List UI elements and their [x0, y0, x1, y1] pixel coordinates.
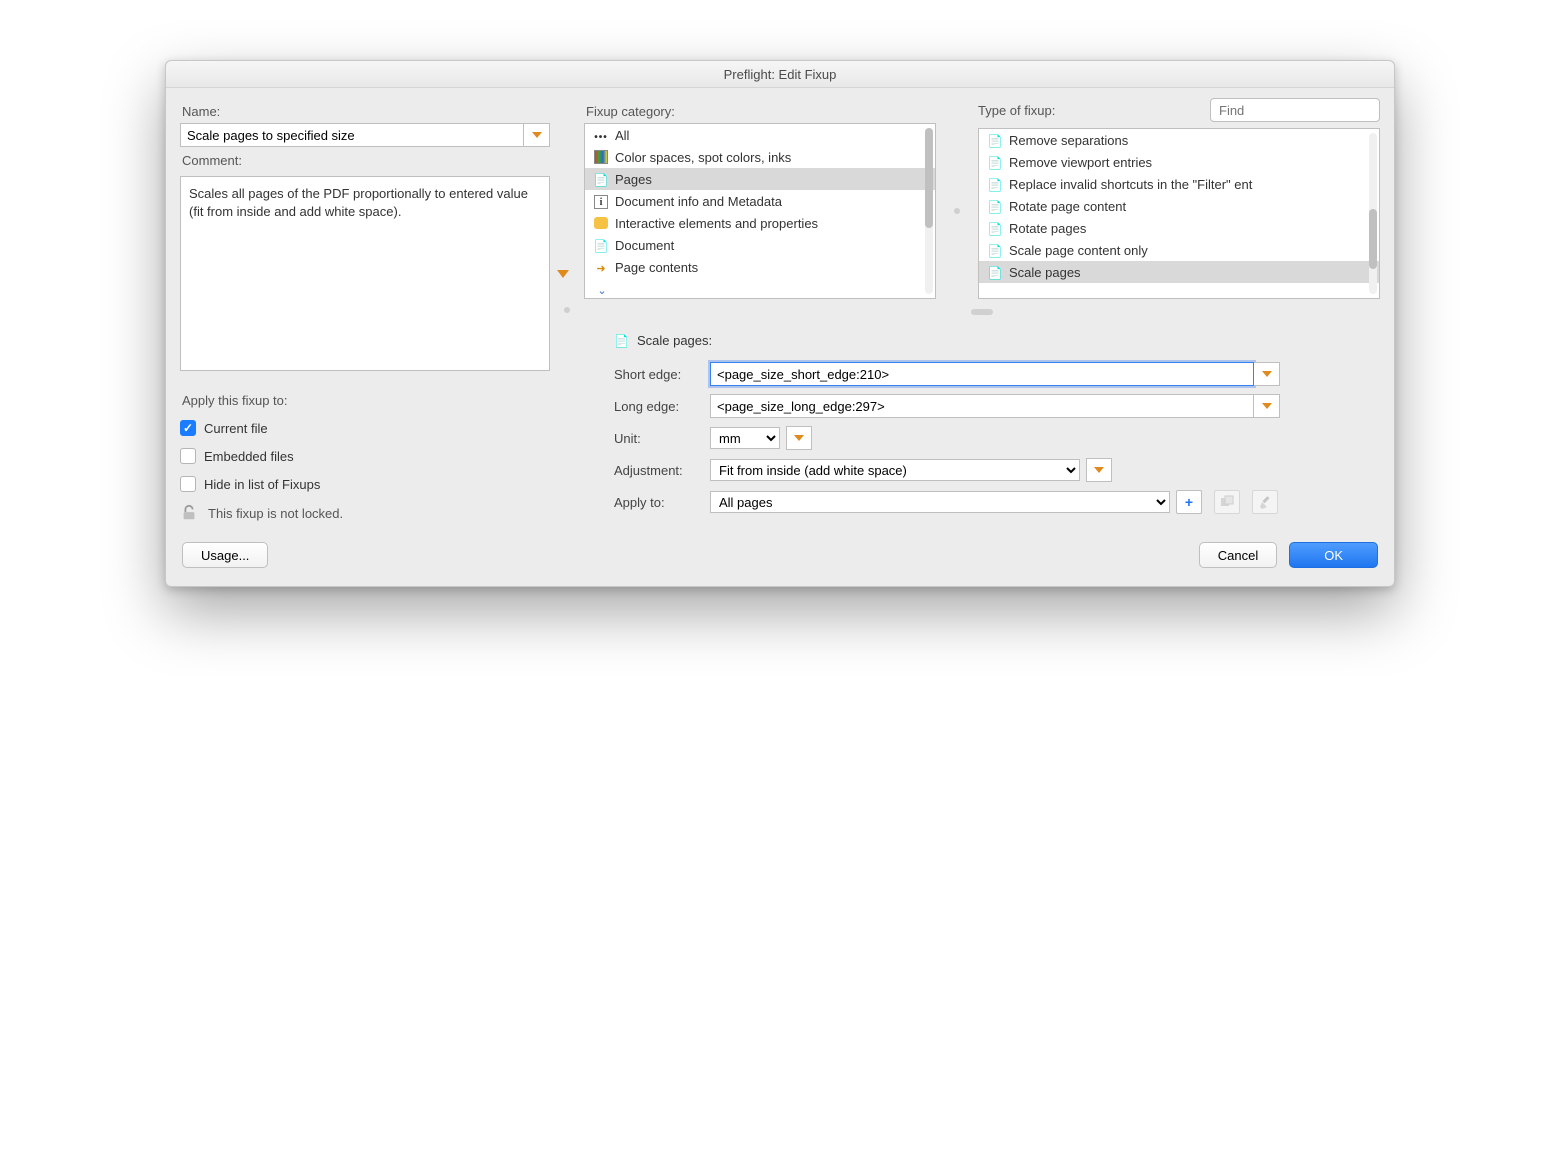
find-input[interactable] — [1210, 98, 1380, 122]
list-splitter[interactable] — [954, 208, 960, 214]
unit-label: Unit: — [614, 431, 710, 446]
category-item-label: Document — [615, 238, 674, 253]
type-item[interactable]: Scale page content only — [979, 239, 1379, 261]
comment-text: Scales all pages of the PDF proportional… — [189, 186, 528, 219]
add-condition-button[interactable]: + — [1176, 490, 1202, 514]
checkbox-hide-in-list-label: Hide in list of Fixups — [204, 477, 320, 492]
category-label: Fixup category: — [586, 104, 936, 119]
category-item-label: Page contents — [615, 260, 698, 275]
info-icon — [593, 193, 609, 209]
long-edge-input[interactable] — [710, 394, 1254, 418]
pdf-icon — [614, 333, 629, 348]
category-item[interactable]: Page contents — [585, 256, 935, 278]
type-item[interactable]: Scale pages — [979, 261, 1379, 283]
arrow-icon — [593, 259, 609, 275]
fixup-settings-panel: Scale pages: Short edge: Long edge: — [584, 329, 1380, 522]
duplicate-condition-button — [1214, 490, 1240, 514]
apply-to-select[interactable]: All pages — [710, 491, 1170, 513]
settings-title: Scale pages: — [637, 333, 712, 348]
category-item-label: Document info and Metadata — [615, 194, 782, 209]
adjustment-label: Adjustment: — [614, 463, 710, 478]
name-dropdown-button[interactable] — [524, 123, 550, 147]
category-scrollbar-thumb[interactable] — [925, 128, 933, 228]
dialog-window: Preflight: Edit Fixup Name: Comment: Sca… — [165, 60, 1395, 587]
category-item[interactable]: Interactive elements and properties — [585, 212, 935, 234]
comment-label: Comment: — [182, 153, 550, 168]
horizontal-splitter[interactable] — [584, 305, 1380, 319]
apply-to-setting-label: Apply to: — [614, 495, 710, 510]
checkbox-current-file-label: Current file — [204, 421, 268, 436]
pdf-icon — [987, 132, 1003, 148]
category-expand-chevron[interactable]: ⌄ — [591, 284, 613, 297]
short-edge-label: Short edge: — [614, 367, 710, 382]
long-edge-dropdown[interactable] — [1254, 394, 1280, 418]
name-input[interactable] — [180, 123, 524, 147]
left-column: Name: Comment: Scales all pages of the P… — [180, 98, 550, 522]
long-edge-label: Long edge: — [614, 399, 710, 414]
type-item[interactable]: Remove separations — [979, 129, 1379, 151]
category-item[interactable]: Color spaces, spot colors, inks — [585, 146, 935, 168]
comment-textarea[interactable]: Scales all pages of the PDF proportional… — [180, 176, 550, 371]
type-item-label: Replace invalid shortcuts in the "Filter… — [1009, 177, 1252, 192]
window-title: Preflight: Edit Fixup — [166, 61, 1394, 88]
category-item-label: All — [615, 128, 629, 143]
dots-icon — [593, 127, 609, 143]
type-item[interactable]: Remove viewport entries — [979, 151, 1379, 173]
type-item-label: Rotate page content — [1009, 199, 1126, 214]
short-edge-dropdown[interactable] — [1254, 362, 1280, 386]
category-item[interactable]: All — [585, 124, 935, 146]
type-item-label: Rotate pages — [1009, 221, 1086, 236]
category-list[interactable]: All Color spaces, spot colors, inks Pages D… — [584, 123, 936, 299]
pdf-icon — [987, 198, 1003, 214]
checkbox-hide-in-list[interactable] — [180, 476, 196, 492]
swatch-icon — [593, 149, 609, 165]
name-label: Name: — [182, 104, 550, 119]
type-item-label: Remove viewport entries — [1009, 155, 1152, 170]
category-item[interactable]: Document info and Metadata — [585, 190, 935, 212]
category-item-label: Interactive elements and properties — [615, 216, 818, 231]
pdf-icon — [987, 154, 1003, 170]
pdf-icon — [593, 237, 609, 253]
pdf-icon — [987, 176, 1003, 192]
type-item-label: Remove separations — [1009, 133, 1128, 148]
comment-dropdown-button[interactable] — [551, 263, 575, 285]
type-list[interactable]: Remove separations Remove viewport entrie… — [978, 128, 1380, 299]
usage-button[interactable]: Usage... — [182, 542, 268, 568]
pdf-icon — [987, 220, 1003, 236]
category-item[interactable]: Document — [585, 234, 935, 256]
type-item-label: Scale pages — [1009, 265, 1081, 280]
adjustment-var-dropdown[interactable] — [1086, 458, 1112, 482]
short-edge-input[interactable] — [710, 362, 1254, 386]
pdf-icon — [987, 242, 1003, 258]
pdf-icon — [593, 171, 609, 187]
cancel-button[interactable]: Cancel — [1199, 542, 1277, 568]
type-item[interactable]: Rotate page content — [979, 195, 1379, 217]
unit-var-dropdown[interactable] — [786, 426, 812, 450]
type-item-label: Scale page content only — [1009, 243, 1148, 258]
bubble-icon — [593, 215, 609, 231]
category-item-label: Pages — [615, 172, 652, 187]
unit-select[interactable]: mm — [710, 427, 780, 449]
type-item[interactable]: Rotate pages — [979, 217, 1379, 239]
apply-to-label: Apply this fixup to: — [182, 393, 550, 408]
pdf-icon — [987, 264, 1003, 280]
lock-status-text: This fixup is not locked. — [208, 506, 343, 521]
ok-button[interactable]: OK — [1289, 542, 1378, 568]
adjustment-select[interactable]: Fit from inside (add white space) — [710, 459, 1080, 481]
type-label: Type of fixup: — [978, 103, 1055, 118]
unlock-icon — [180, 504, 198, 522]
type-scrollbar-thumb[interactable] — [1369, 209, 1377, 269]
type-item[interactable]: Replace invalid shortcuts in the "Filter… — [979, 173, 1379, 195]
category-item-label: Color spaces, spot colors, inks — [615, 150, 791, 165]
checkbox-embedded-files-label: Embedded files — [204, 449, 294, 464]
category-item[interactable]: Pages — [585, 168, 935, 190]
vertical-splitter[interactable] — [564, 98, 570, 522]
checkbox-embedded-files[interactable] — [180, 448, 196, 464]
edit-condition-button — [1252, 490, 1278, 514]
checkbox-current-file[interactable] — [180, 420, 196, 436]
